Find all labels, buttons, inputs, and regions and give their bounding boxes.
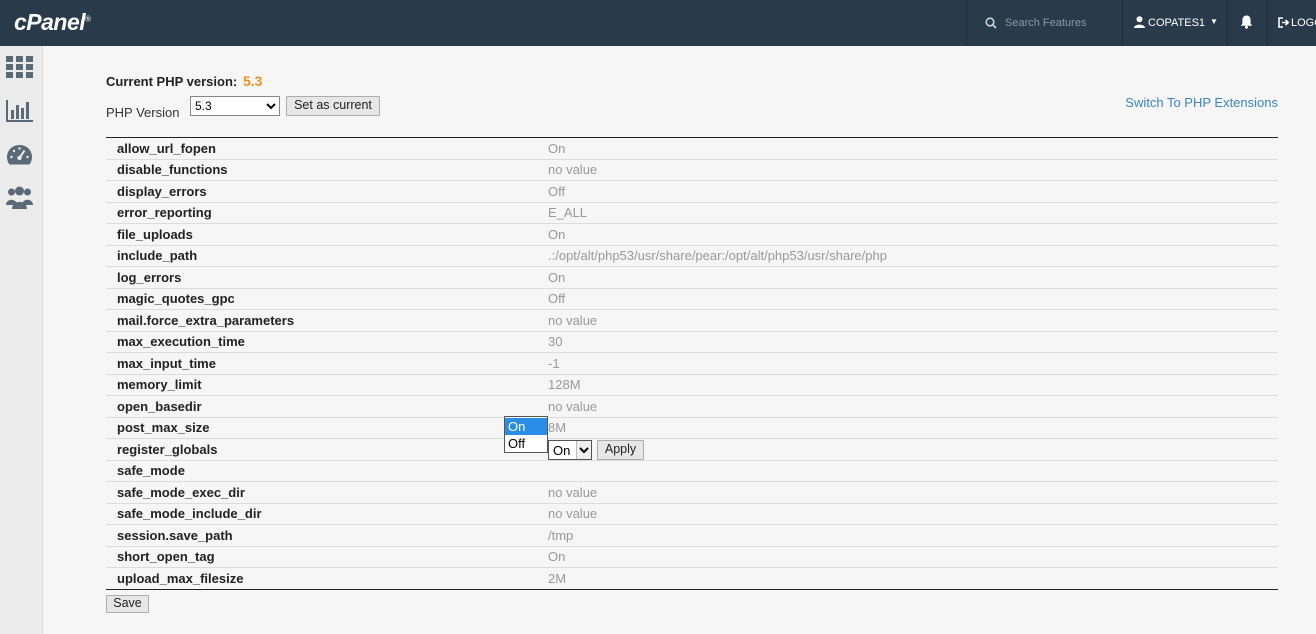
setting-name: max_execution_time [106, 331, 548, 353]
apply-button[interactable]: Apply [597, 440, 644, 460]
table-row: mail.force_extra_parameters no value [106, 309, 1278, 332]
table-row: short_open_tag On [106, 546, 1278, 568]
setting-value: 8M [548, 417, 1278, 439]
register-globals-select[interactable]: On [548, 440, 592, 460]
sidebar [0, 46, 43, 634]
setting-value: /tmp [548, 524, 1278, 547]
table-row: magic_quotes_gpc Off [106, 288, 1278, 310]
setting-name: include_path [106, 245, 548, 267]
dropdown-option-off[interactable]: Off [505, 435, 547, 452]
caret-down-icon: ▼ [1210, 17, 1218, 26]
setting-name: session.save_path [106, 524, 548, 547]
setting-name: log_errors [106, 266, 548, 289]
set-as-current-button[interactable]: Set as current [286, 96, 380, 116]
logo-text: cPanel [14, 9, 86, 35]
setting-name: magic_quotes_gpc [106, 288, 548, 310]
table-row: safe_mode_include_dir no value [106, 503, 1278, 525]
setting-name: error_reporting [106, 202, 548, 224]
setting-name: disable_functions [106, 159, 548, 181]
table-row: memory_limit 128M [106, 374, 1278, 396]
table-row: disable_functions no value [106, 159, 1278, 181]
grid-icon[interactable] [6, 56, 34, 80]
setting-value: E_ALL [548, 202, 1278, 224]
setting-value: On [548, 137, 1278, 160]
current-php-version: 5.3 [243, 73, 263, 89]
setting-value: On [548, 266, 1278, 289]
select-value: On [553, 443, 571, 458]
table-row: register_globals On Apply [106, 438, 1278, 461]
top-navbar: cPanel® COPATES1 ▼ LOGOUT [0, 0, 1316, 46]
setting-value: no value [548, 503, 1278, 525]
search-icon [985, 17, 997, 29]
setting-name: safe_mode_exec_dir [106, 481, 548, 504]
setting-name: display_errors [106, 180, 548, 203]
setting-name: allow_url_fopen [106, 137, 548, 160]
table-row: allow_url_fopen On [106, 137, 1278, 160]
search-box[interactable] [967, 0, 1122, 46]
dashboard-icon[interactable] [6, 144, 34, 168]
chevron-down-icon [576, 441, 591, 459]
setting-value: no value [548, 309, 1278, 332]
table-row: safe_mode_exec_dir no value [106, 481, 1278, 504]
user-menu[interactable]: COPATES1 ▼ [1123, 0, 1227, 46]
setting-name: safe_mode [106, 460, 548, 482]
setting-value: Off [548, 180, 1278, 203]
current-php-label: Current PHP version: [106, 74, 238, 89]
table-row: max_execution_time 30 [106, 331, 1278, 353]
bell-icon [1240, 15, 1253, 29]
setting-value: .:/opt/alt/php53/usr/share/pear:/opt/alt… [548, 245, 1278, 267]
setting-value: no value [548, 481, 1278, 504]
setting-name: memory_limit [106, 374, 548, 396]
setting-name: max_input_time [106, 352, 548, 375]
main-content: Current PHP version: 5.3 PHP Version 5.3… [44, 46, 1316, 634]
setting-value: no value [548, 395, 1278, 418]
username: COPATES1 [1148, 17, 1206, 29]
logout-label: LOGOUT [1291, 17, 1316, 29]
register-globals-dropdown-list[interactable]: On Off [504, 416, 548, 453]
table-row: session.save_path/tmp [106, 524, 1278, 547]
setting-name: safe_mode_include_dir [106, 503, 548, 525]
setting-value: Off [548, 288, 1278, 310]
cpanel-logo[interactable]: cPanel® [14, 9, 91, 36]
table-row: log_errors On [106, 266, 1278, 289]
table-row: include_path .:/opt/alt/php53/usr/share/p… [106, 245, 1278, 267]
setting-name: post_max_size [106, 417, 548, 439]
user-icon [1134, 16, 1145, 28]
logout-icon [1278, 17, 1290, 28]
setting-name: short_open_tag [106, 546, 548, 568]
setting-value: 128M [548, 374, 1278, 396]
stats-icon[interactable] [6, 100, 34, 124]
php-version-select[interactable]: 5.3 [190, 96, 280, 116]
setting-value: 2M [548, 570, 567, 586]
setting-name: open_basedir [106, 395, 548, 418]
table-row: upload_max_filesize 2M [106, 568, 1278, 590]
setting-value: 30 [548, 331, 1278, 353]
table-row: post_max_size 8M [106, 417, 1278, 439]
table-row: open_basedir no value [106, 395, 1278, 418]
table-row: safe_mode [106, 460, 1278, 482]
logout-button[interactable]: LOGOUT [1267, 0, 1316, 46]
search-input[interactable] [1005, 13, 1115, 33]
setting-value: On [548, 223, 1278, 246]
users-icon[interactable] [6, 186, 34, 210]
php-version-label: PHP Version [106, 105, 180, 120]
save-button[interactable]: Save [106, 595, 149, 613]
table-row: file_uploads On [106, 223, 1278, 246]
register-globals-editor: On Apply [548, 438, 1278, 461]
table-row: display_errors Off [106, 180, 1278, 203]
dropdown-option-on[interactable]: On [505, 418, 547, 435]
setting-value: On [548, 546, 1278, 568]
setting-name: file_uploads [106, 223, 548, 246]
setting-value: no value [548, 159, 1278, 181]
php-settings-table: allow_url_fopen On disable_functions no val… [106, 137, 1278, 590]
switch-to-php-extensions-link[interactable]: Switch To PHP Extensions [1125, 95, 1278, 110]
setting-name: register_globals [106, 438, 548, 461]
table-row: error_reporting E_ALL [106, 202, 1278, 224]
setting-value [548, 460, 1278, 482]
setting-name: upload_max_filesize [117, 570, 244, 586]
setting-name: mail.force_extra_parameters [106, 309, 548, 332]
table-row: max_input_time -1 [106, 352, 1278, 375]
setting-value: -1 [548, 352, 1278, 375]
notifications-button[interactable] [1227, 0, 1267, 46]
